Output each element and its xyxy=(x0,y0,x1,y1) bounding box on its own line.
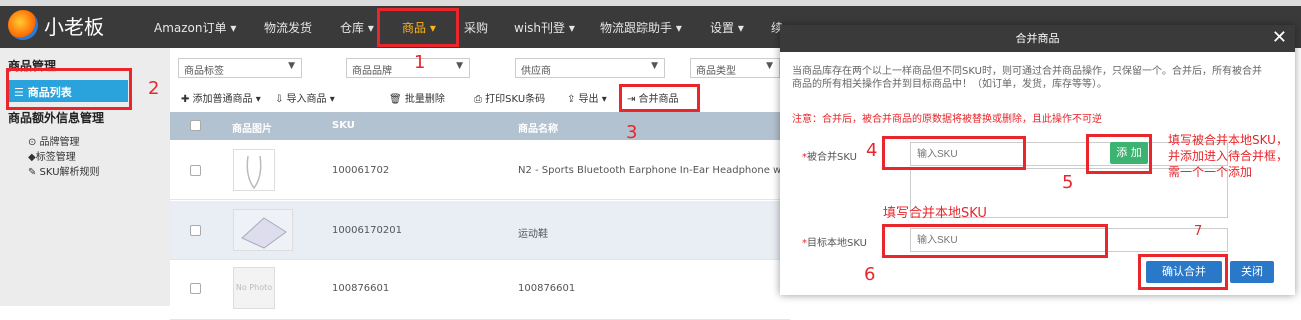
step-2-label: 2 xyxy=(148,78,160,99)
no-photo-placeholder: No Photo xyxy=(233,267,275,309)
app-logo[interactable]: 小老板 xyxy=(8,10,104,40)
col-sku: SKU xyxy=(332,120,355,131)
target-sku-label: *目标本地SKU xyxy=(802,238,867,249)
row-checkbox[interactable] xyxy=(190,165,201,176)
sidebar-item-brand[interactable]: ⊙ 品牌管理 xyxy=(28,133,80,148)
label-text: 被合并SKU xyxy=(807,152,857,163)
chevron-down-icon: ▼ xyxy=(288,61,295,71)
filter-brand[interactable]: 商品品牌 ▼ xyxy=(346,58,470,78)
dialog-title: 合并商品 xyxy=(780,25,1295,52)
step-1-label: 1 xyxy=(414,52,426,73)
chevron-down-icon: ▼ xyxy=(456,61,463,71)
row-checkbox[interactable] xyxy=(190,225,201,236)
nav-purchasing[interactable]: 采购 xyxy=(464,19,488,36)
step-4-label: 4 xyxy=(866,140,878,161)
table-row[interactable]: No Photo 100876601 100876601 xyxy=(170,261,790,320)
nav-tracking-assistant[interactable]: 物流跟踪助手 ▾ xyxy=(600,19,682,36)
nav-logistics-shipping[interactable]: 物流发货 xyxy=(264,19,312,36)
row-name: 100876601 xyxy=(518,283,576,294)
close-icon[interactable]: ✕ xyxy=(1272,27,1287,48)
step-3-label: 3 xyxy=(626,122,638,143)
row-name: 运动鞋 xyxy=(518,229,548,240)
chevron-down-icon: ▼ xyxy=(766,61,773,71)
sidebar-extra-title: 商品额外信息管理 xyxy=(8,111,105,125)
row-name: N2 - Sports Bluetooth Earphone In-Ear He… xyxy=(518,165,785,176)
filter-label: 供应商 xyxy=(521,66,551,77)
import-product-button[interactable]: ⇩ 导入商品 ▾ xyxy=(275,90,335,105)
nav-settings[interactable]: 设置 ▾ xyxy=(710,19,744,36)
merged-sku-label: *被合并SKU xyxy=(802,152,857,163)
filter-product-tag[interactable]: 商品标签 ▼ xyxy=(178,58,302,78)
sidebar-item-sku-rules[interactable]: ✎ SKU解析规则 xyxy=(28,163,100,178)
highlight-confirm-button xyxy=(1138,254,1228,290)
row-sku: 100876601 xyxy=(332,283,390,294)
highlight-products-nav xyxy=(377,8,459,47)
table-row[interactable]: 10006170201 运动鞋 xyxy=(170,201,790,260)
earphone-icon xyxy=(246,155,262,190)
col-image: 商品图片 xyxy=(232,124,272,135)
close-button[interactable]: 关闭 xyxy=(1230,261,1274,283)
row-checkbox[interactable] xyxy=(190,283,201,294)
product-thumbnail xyxy=(233,149,275,191)
logo-icon xyxy=(8,10,38,40)
shoe-icon xyxy=(241,217,287,249)
filter-product-type[interactable]: 商品类型 ▼ xyxy=(690,58,780,78)
step-5-label: 5 xyxy=(1062,172,1074,193)
table-row[interactable]: 100061702 N2 - Sports Bluetooth Earphone… xyxy=(170,141,790,200)
highlight-product-list xyxy=(6,68,132,110)
product-thumbnail xyxy=(233,209,293,251)
select-all-checkbox[interactable] xyxy=(190,120,201,131)
filter-label: 商品标签 xyxy=(184,66,224,77)
export-button[interactable]: ⇪ 导出 ▾ xyxy=(567,90,607,105)
row-sku: 10006170201 xyxy=(332,225,402,236)
filter-supplier[interactable]: 供应商 ▼ xyxy=(515,58,665,78)
highlight-merged-input xyxy=(882,136,1026,170)
nav-wish-listing[interactable]: wish刊登 ▾ xyxy=(514,19,575,36)
highlight-target-input xyxy=(882,224,1108,258)
nav-amazon-orders[interactable]: Amazon订单 ▾ xyxy=(154,19,236,36)
dialog-warning: 注意：合并后，被合并商品的原数据将被替换或删除，且此操作不可逆 xyxy=(792,114,1102,125)
sidebar-item-tags[interactable]: ◆标签管理 xyxy=(28,148,76,163)
row-sku: 100061702 xyxy=(332,165,390,176)
table-header: 商品图片 SKU 商品名称 xyxy=(170,112,790,140)
note-add-sku: 填写被合并本地SKU，并添加进入待合并框，需一个一个添加 xyxy=(1168,133,1289,179)
highlight-merge-button xyxy=(619,84,700,112)
dialog-description: 当商品库存在两个以上一样商品但不同SKU时，则可通过合并商品操作，只保留一个。合… xyxy=(792,66,1262,90)
note-target-sku: 填写合并本地SKU xyxy=(883,206,987,221)
highlight-add-button xyxy=(1086,134,1152,174)
logo-text: 小老板 xyxy=(44,14,104,39)
nav-warehouse[interactable]: 仓库 ▾ xyxy=(340,19,374,36)
filter-label: 商品品牌 xyxy=(352,66,392,77)
filter-label: 商品类型 xyxy=(696,66,736,77)
batch-delete-button[interactable]: 🗑 批量删除 xyxy=(389,90,445,105)
label-text: 目标本地SKU xyxy=(807,238,867,249)
print-sku-barcode-button[interactable]: ⎙ 打印SKU条码 xyxy=(474,90,545,105)
add-product-button[interactable]: ✚ 添加普通商品 ▾ xyxy=(181,90,261,105)
col-name: 商品名称 xyxy=(518,124,558,135)
step-7-label: 7 xyxy=(1194,224,1203,239)
step-6-label: 6 xyxy=(864,264,876,285)
chevron-down-icon: ▼ xyxy=(651,61,658,71)
